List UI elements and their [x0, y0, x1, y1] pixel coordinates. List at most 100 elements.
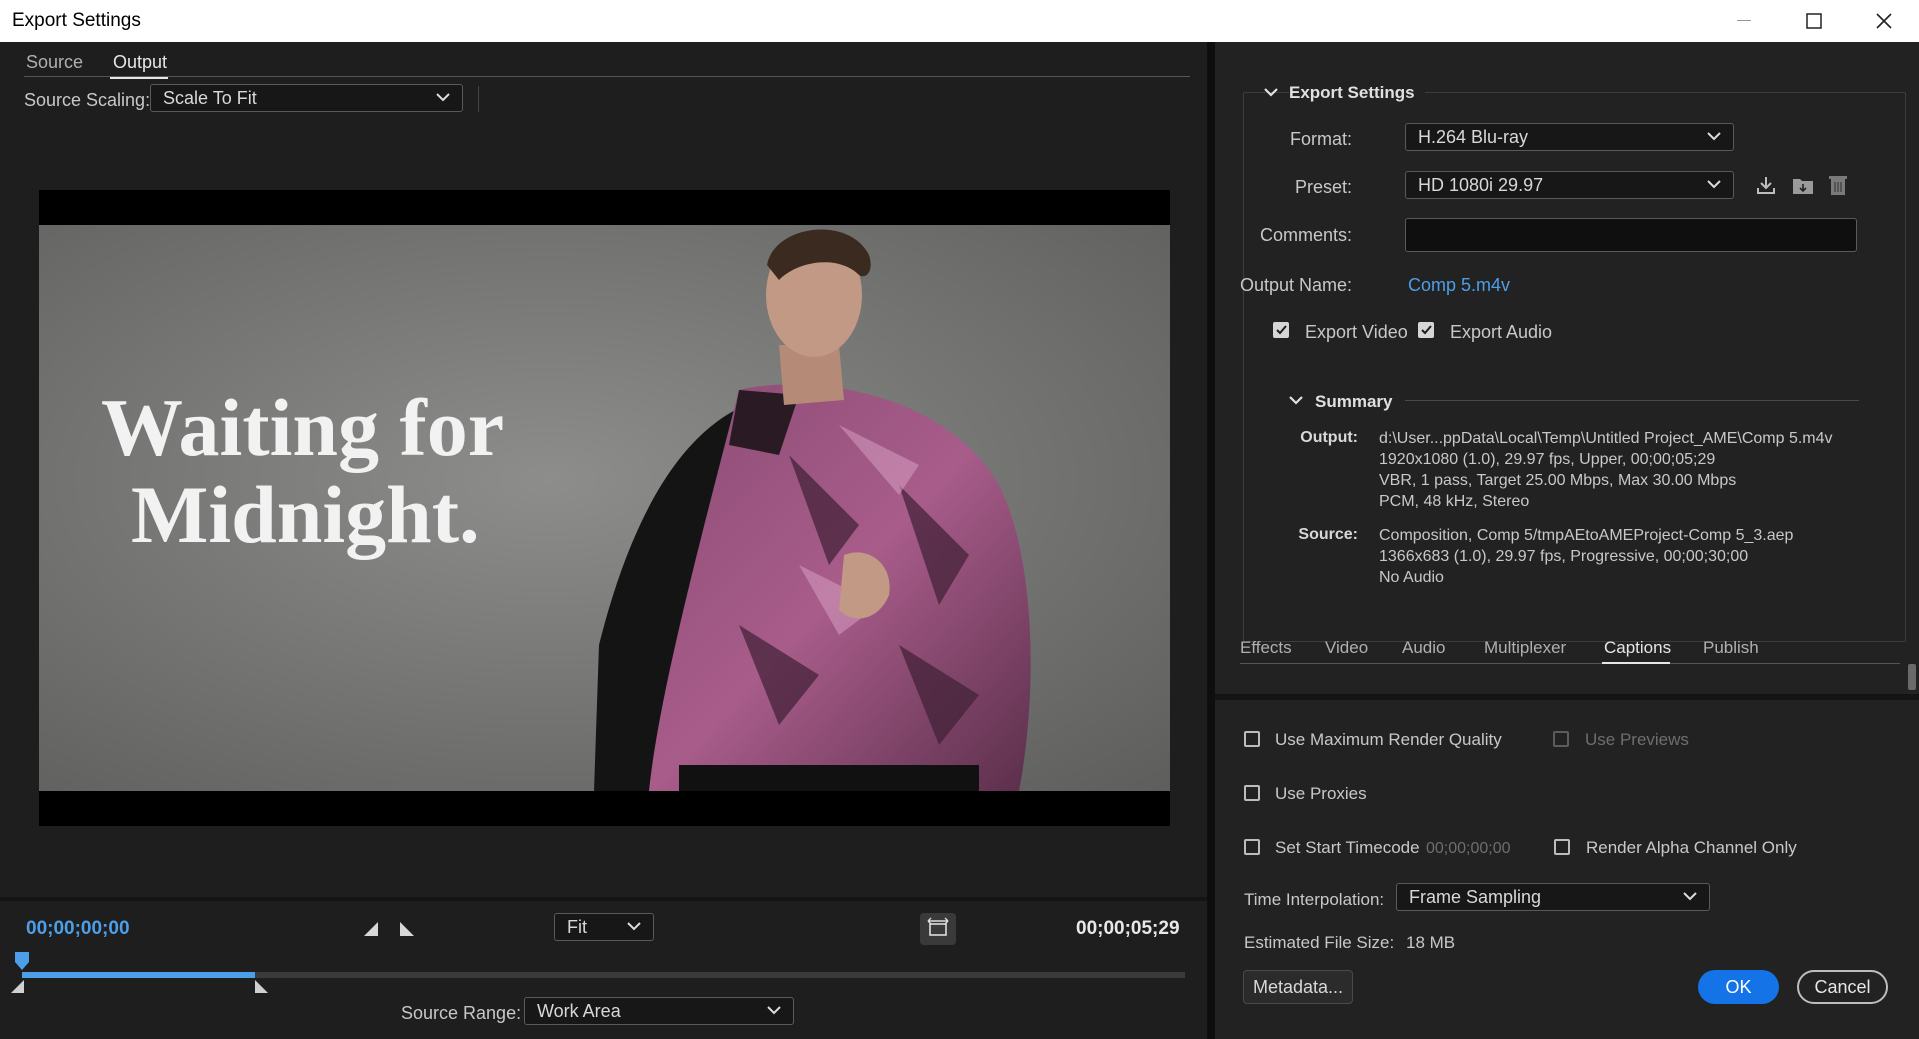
maximize-button[interactable]	[1779, 0, 1849, 42]
tab-audio[interactable]: Audio	[1402, 638, 1445, 658]
mark-in-icon[interactable]	[362, 920, 380, 938]
metadata-button[interactable]: Metadata...	[1243, 970, 1353, 1004]
max-render-quality-label: Use Maximum Render Quality	[1275, 730, 1502, 749]
output-name-label: Output Name:	[1239, 275, 1352, 295]
tab-divider	[24, 76, 1190, 77]
tab-output[interactable]: Output	[113, 52, 167, 73]
tab-effects[interactable]: Effects	[1240, 638, 1292, 658]
summary-source-line: Composition, Comp 5/tmpAEtoAMEProject-Co…	[1379, 527, 1794, 544]
range-start-handle-icon[interactable]	[10, 979, 26, 995]
mark-out-icon[interactable]	[398, 920, 416, 938]
summary-output-label: Output:	[1300, 429, 1358, 446]
timeline-track[interactable]	[22, 972, 1185, 978]
chevron-down-icon[interactable]	[1262, 84, 1280, 102]
active-tab-indicator	[1602, 662, 1670, 664]
tab-source[interactable]: Source	[26, 52, 83, 73]
time-interpolation-dropdown[interactable]: Frame Sampling	[1396, 883, 1710, 911]
export-audio-checkbox[interactable]	[1418, 322, 1434, 338]
timeline-separator	[0, 897, 1207, 901]
export-settings-pane: Export Settings Format: H.264 Blu-ray Pr…	[1215, 42, 1919, 1039]
aspect-toggle-button[interactable]	[920, 913, 956, 945]
range-end-handle-icon[interactable]	[254, 979, 270, 995]
ok-button[interactable]: OK	[1698, 970, 1779, 1004]
use-proxies-checkbox[interactable]	[1244, 785, 1260, 801]
preset-dropdown[interactable]: HD 1080i 29.97	[1405, 171, 1734, 199]
comments-label: Comments:	[1259, 225, 1352, 245]
export-video-checkbox[interactable]	[1273, 322, 1289, 338]
minimize-icon	[1737, 20, 1751, 21]
active-tab-indicator	[110, 77, 168, 79]
current-timecode[interactable]: 00;00;00;00	[26, 918, 130, 940]
video-frame-image: Waiting for Midnight.	[39, 225, 1170, 791]
aspect-ratio-icon	[927, 917, 949, 936]
preset-label: Preset:	[1294, 177, 1352, 197]
time-interpolation-value: Frame Sampling	[1409, 887, 1542, 907]
summary-source-label: Source:	[1298, 526, 1358, 543]
source-range-label: Source Range:	[401, 1003, 522, 1023]
start-timecode-value[interactable]: 00;00;00;00	[1426, 840, 1511, 858]
source-scaling-label: Source Scaling:	[24, 90, 151, 110]
scrollbar-thumb[interactable]	[1908, 664, 1916, 690]
source-scaling-value: Scale To Fit	[163, 88, 257, 108]
source-range-dropdown[interactable]: Work Area	[524, 997, 794, 1025]
preview-headline-line2: Midnight.	[131, 469, 480, 560]
toolbar-separator	[478, 86, 479, 112]
summary-source-text: Composition, Comp 5/tmpAEtoAMEProject-Co…	[1379, 525, 1793, 588]
preset-value: HD 1080i 29.97	[1418, 175, 1544, 195]
summary-source-line: 1366x683 (1.0), 29.97 fps, Progressive, …	[1379, 548, 1749, 565]
preview-headline-line1: Waiting for	[101, 382, 504, 473]
checkmark-icon	[1421, 325, 1432, 335]
summary-output-line: 1920x1080 (1.0), 29.97 fps, Upper, 00;00…	[1379, 451, 1716, 468]
use-proxies-label: Use Proxies	[1275, 784, 1367, 803]
summary-output-line: VBR, 1 pass, Target 25.00 Mbps, Max 30.0…	[1379, 472, 1737, 489]
chevron-down-icon	[627, 922, 641, 931]
ok-button-label: OK	[1725, 976, 1752, 997]
zoom-dropdown[interactable]: Fit	[554, 913, 654, 941]
tab-multiplexer[interactable]: Multiplexer	[1484, 638, 1566, 658]
chevron-down-icon	[436, 93, 450, 102]
max-render-quality-checkbox[interactable]	[1244, 731, 1260, 747]
close-button[interactable]	[1849, 0, 1919, 42]
tabs-rule	[1240, 663, 1900, 664]
video-preview-frame: Waiting for Midnight.	[39, 190, 1170, 826]
delete-preset-icon[interactable]	[1827, 173, 1849, 197]
pane-divider[interactable]	[1207, 42, 1215, 1039]
end-timecode: 00;00;05;29	[1076, 918, 1180, 939]
chevron-down-icon	[1707, 132, 1721, 141]
playhead-icon[interactable]	[12, 950, 32, 972]
chevron-down-icon[interactable]	[1287, 392, 1305, 410]
zoom-value: Fit	[567, 917, 587, 937]
summary-output-text: d:\User...ppData\Local\Temp\Untitled Pro…	[1379, 428, 1833, 512]
use-previews-checkbox[interactable]	[1553, 731, 1569, 747]
tab-publish[interactable]: Publish	[1703, 638, 1759, 658]
save-preset-icon[interactable]	[1755, 174, 1777, 196]
estimated-file-size-value: 18 MB	[1406, 933, 1456, 952]
set-start-timecode-checkbox[interactable]	[1244, 839, 1260, 855]
export-settings-header: Export Settings	[1289, 83, 1425, 103]
checkmark-icon	[1276, 325, 1287, 335]
cancel-button[interactable]: Cancel	[1797, 970, 1888, 1004]
render-alpha-label: Render Alpha Channel Only	[1586, 838, 1797, 857]
use-previews-label: Use Previews	[1585, 730, 1689, 749]
output-preview-pane: Source Output Source Scaling: Scale To F…	[0, 42, 1207, 1039]
output-name-link[interactable]: Comp 5.m4v	[1408, 275, 1510, 296]
render-alpha-checkbox[interactable]	[1554, 839, 1570, 855]
window-title: Export Settings	[12, 10, 141, 31]
format-dropdown[interactable]: H.264 Blu-ray	[1405, 123, 1734, 151]
time-interpolation-label: Time Interpolation:	[1244, 890, 1385, 909]
summary-header: Summary	[1315, 392, 1393, 411]
minimize-button[interactable]	[1709, 0, 1779, 42]
summary-rule	[1405, 400, 1859, 401]
metadata-button-label: Metadata...	[1252, 976, 1344, 997]
estimated-file-size-label: Estimated File Size:	[1244, 933, 1395, 952]
close-icon	[1876, 13, 1892, 29]
tab-video[interactable]: Video	[1325, 638, 1368, 658]
source-scaling-dropdown[interactable]: Scale To Fit	[150, 84, 463, 112]
comments-input[interactable]	[1405, 218, 1857, 252]
chevron-down-icon	[767, 1006, 781, 1015]
summary-source-line: No Audio	[1379, 569, 1444, 586]
tab-captions[interactable]: Captions	[1604, 638, 1671, 658]
work-area-range	[22, 972, 255, 978]
export-audio-label: Export Audio	[1450, 322, 1553, 342]
import-preset-icon[interactable]	[1791, 174, 1815, 196]
